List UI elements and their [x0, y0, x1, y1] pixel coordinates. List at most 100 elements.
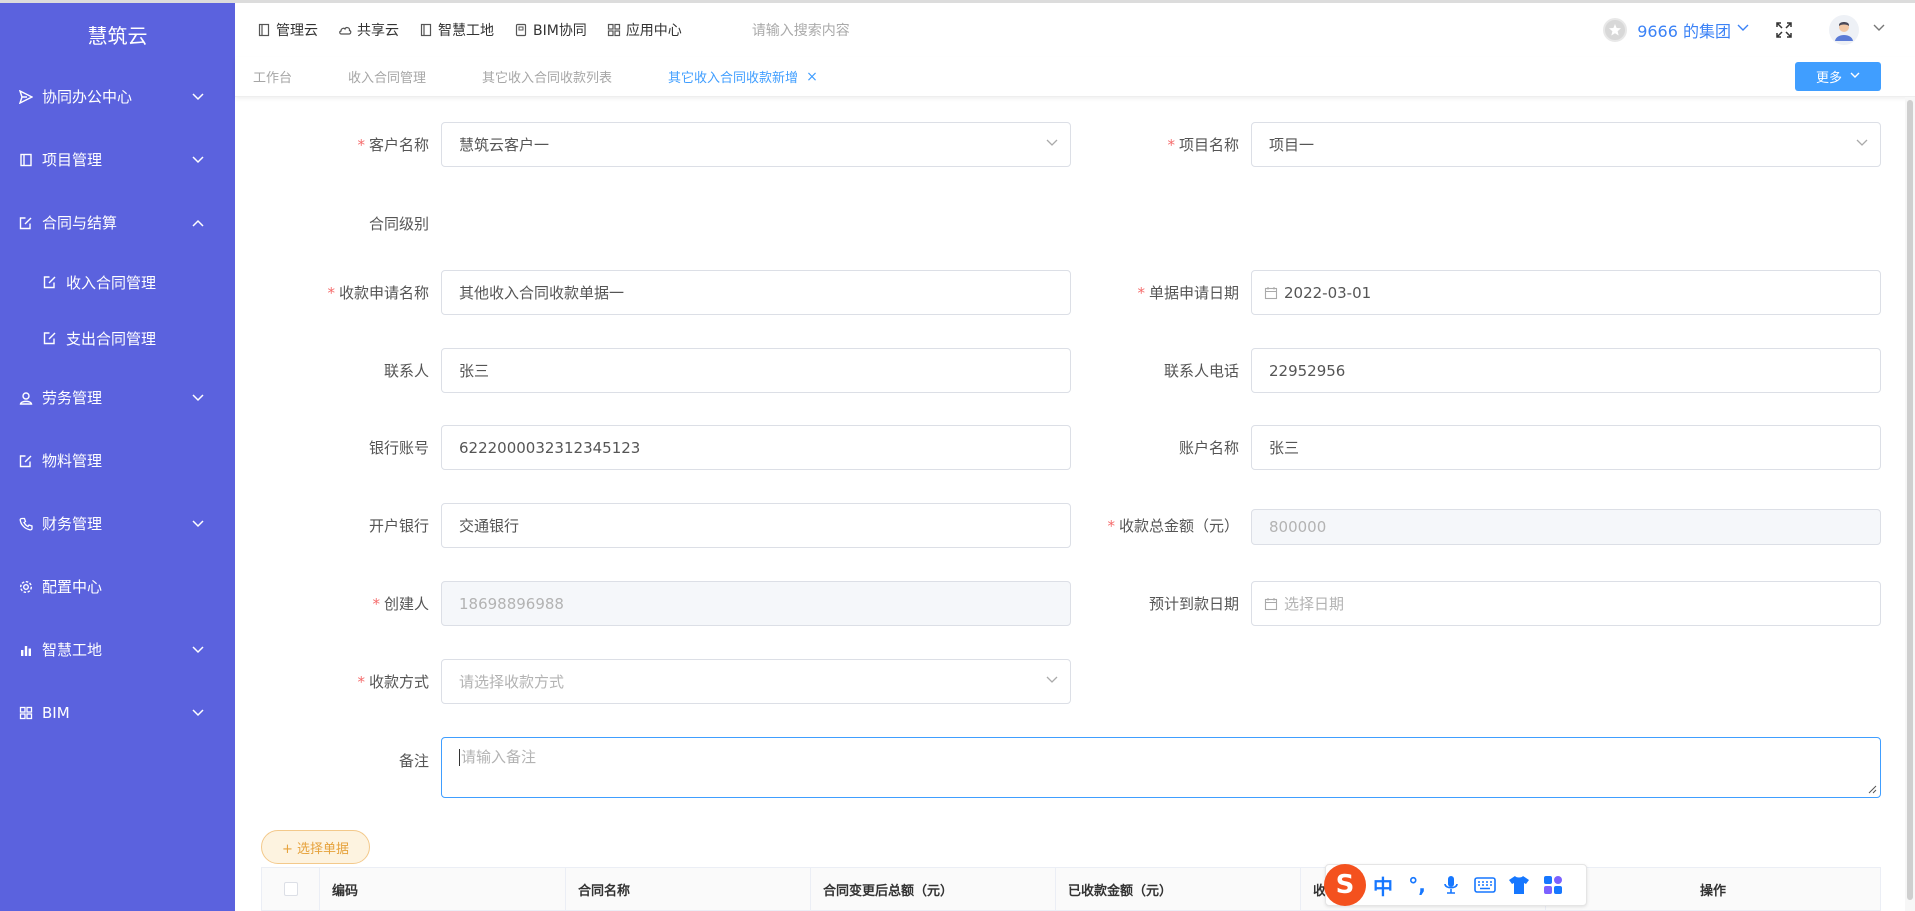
- more-button[interactable]: 更多: [1795, 62, 1881, 91]
- sidebar-item-contract-settlement[interactable]: 合同与结算: [0, 191, 235, 254]
- nav-label: 共享云: [357, 23, 399, 39]
- nav-shared-cloud[interactable]: 共享云: [338, 20, 399, 40]
- pay-method-placeholder: 请选择收款方式: [459, 673, 565, 691]
- sidebar-item-config-center[interactable]: 配置中心: [0, 555, 235, 618]
- bank-account-value: 6222000032312345123: [459, 438, 641, 457]
- sidebar-item-label: 配置中心: [42, 578, 103, 596]
- edit-icon: [18, 215, 34, 231]
- apps-grid-icon[interactable]: [1536, 868, 1570, 902]
- chevron-down-icon: [191, 90, 205, 104]
- sidebar-item-finance-management[interactable]: 财务管理: [0, 492, 235, 555]
- skin-shirt-icon[interactable]: [1502, 868, 1536, 902]
- contact-label: 联系人: [383, 362, 429, 380]
- table-select-all[interactable]: [262, 867, 320, 911]
- brand-logo[interactable]: 慧筑云: [0, 3, 235, 65]
- column-header-changed-total: 合同变更后总额（元）: [811, 867, 1056, 911]
- resize-handle-icon[interactable]: [1867, 784, 1877, 794]
- select-document-button[interactable]: + 选择单据: [261, 830, 370, 864]
- calendar-icon: [1264, 597, 1278, 611]
- keyboard-icon[interactable]: [1468, 868, 1502, 902]
- tab-workbench[interactable]: 工作台: [253, 67, 292, 86]
- expected-date-label: 预计到款日期: [1148, 595, 1239, 613]
- top-header: 管理云 共享云 智慧工地 BIM协同 应用中心 请输入搜索内容 9666 的集团: [235, 3, 1915, 57]
- sidebar-item-label: 智慧工地: [42, 641, 103, 659]
- tab-other-income-list[interactable]: 其它收入合同收款列表: [482, 67, 612, 86]
- sidebar-item-collab-office[interactable]: 协同办公中心: [0, 65, 235, 128]
- bank-account-input[interactable]: 6222000032312345123: [441, 425, 1071, 470]
- expected-date-picker[interactable]: 选择日期: [1251, 581, 1881, 626]
- nav-label: BIM协同: [533, 23, 587, 39]
- calendar-icon: [1264, 286, 1278, 300]
- org-switcher[interactable]: 9666 的集团: [1637, 18, 1731, 42]
- chevron-down-icon[interactable]: [1873, 24, 1885, 36]
- chevron-down-icon: [1850, 72, 1860, 82]
- project-label: * 项目名称: [1167, 136, 1239, 154]
- project-select[interactable]: 项目一: [1251, 122, 1881, 167]
- apply-name-value: 其他收入合同收款单据一: [459, 284, 625, 302]
- file-icon: [514, 23, 528, 37]
- send-icon: [18, 89, 34, 105]
- bank-account-label: 银行账号: [368, 439, 429, 457]
- apply-name-input[interactable]: 其他收入合同收款单据一: [441, 270, 1071, 315]
- chevron-down-icon: [191, 517, 205, 531]
- chevron-down-icon[interactable]: [1737, 24, 1749, 36]
- creator-label: * 创建人: [372, 595, 429, 613]
- pay-method-label: * 收款方式: [357, 673, 429, 691]
- sidebar-item-labor-management[interactable]: 劳务管理: [0, 366, 235, 429]
- chevron-down-icon: [191, 391, 205, 405]
- sidebar-item-project-management[interactable]: 项目管理: [0, 128, 235, 191]
- tab-income-contract[interactable]: 收入合同管理: [348, 67, 426, 86]
- account-name-input[interactable]: 张三: [1251, 425, 1881, 470]
- close-icon[interactable]: ×: [806, 69, 818, 85]
- sidebar-item-bim[interactable]: BIM: [0, 681, 235, 744]
- tab-other-income-new[interactable]: 其它收入合同收款新增 ×: [668, 67, 818, 87]
- contact-input[interactable]: 张三: [441, 348, 1071, 393]
- column-header-contract-name: 合同名称: [566, 867, 811, 911]
- bank-input[interactable]: 交通银行: [441, 503, 1071, 548]
- remark-textarea[interactable]: 请输入备注: [441, 737, 1881, 798]
- cloud-icon: [338, 23, 352, 37]
- edit-icon: [18, 453, 34, 469]
- tab-label: 其它收入合同收款新增: [668, 71, 799, 86]
- sidebar-item-smart-site[interactable]: 智慧工地: [0, 618, 235, 681]
- tab-bar: 工作台 收入合同管理 其它收入合同收款列表 其它收入合同收款新增 × 更多: [235, 57, 1915, 97]
- contact-phone-value: 22952956: [1269, 361, 1346, 380]
- nav-smart-site[interactable]: 智慧工地: [419, 20, 494, 40]
- sidebar-item-label: 合同与结算: [42, 214, 118, 232]
- book-icon: [419, 23, 433, 37]
- nav-app-center[interactable]: 应用中心: [607, 20, 682, 40]
- sidebar-item-material-management[interactable]: 物料管理: [0, 429, 235, 492]
- nav-management-cloud[interactable]: 管理云: [257, 20, 318, 40]
- book-icon: [257, 23, 271, 37]
- chevron-up-icon: [191, 216, 205, 230]
- nav-label: 管理云: [276, 23, 318, 39]
- phone-icon: [18, 516, 34, 532]
- ime-punctuation[interactable]: °,: [1400, 868, 1434, 902]
- fullscreen-icon[interactable]: [1775, 21, 1793, 39]
- ime-logo-icon[interactable]: S: [1324, 864, 1366, 906]
- avatar[interactable]: [1829, 15, 1859, 45]
- nav-bim-collab[interactable]: BIM协同: [514, 20, 587, 40]
- sidebar-subitem-income-contract[interactable]: 收入合同管理: [0, 254, 235, 310]
- contact-phone-input[interactable]: 22952956: [1251, 348, 1881, 393]
- remark-placeholder: 请输入备注: [461, 748, 537, 766]
- sidebar-item-label: 物料管理: [42, 452, 103, 470]
- customer-select[interactable]: 慧筑云客户一: [441, 122, 1071, 167]
- chevron-down-icon: [1046, 139, 1058, 151]
- search-input[interactable]: 请输入搜索内容: [752, 20, 850, 40]
- chevron-down-icon: [1856, 139, 1868, 151]
- table-header: 编码 合同名称 合同变更后总额（元） 已收款金额（元） 收 操作: [261, 867, 1881, 911]
- sidebar-subitem-expense-contract[interactable]: 支出合同管理: [0, 310, 235, 366]
- creator-value: 18698896988: [459, 594, 564, 613]
- scrollbar-thumb[interactable]: [1907, 100, 1913, 900]
- grid-icon: [18, 705, 34, 721]
- text-cursor: [459, 749, 460, 766]
- pay-method-select[interactable]: 请选择收款方式: [441, 659, 1071, 704]
- microphone-icon[interactable]: [1434, 868, 1468, 902]
- sidebar-item-label: 财务管理: [42, 515, 103, 533]
- select-all-checkbox[interactable]: [283, 882, 298, 896]
- sidebar-item-label: 项目管理: [42, 151, 103, 169]
- grid-icon: [607, 23, 621, 37]
- apply-date-picker[interactable]: 2022-03-01: [1251, 270, 1881, 315]
- ime-chinese-mode[interactable]: 中: [1366, 868, 1400, 902]
